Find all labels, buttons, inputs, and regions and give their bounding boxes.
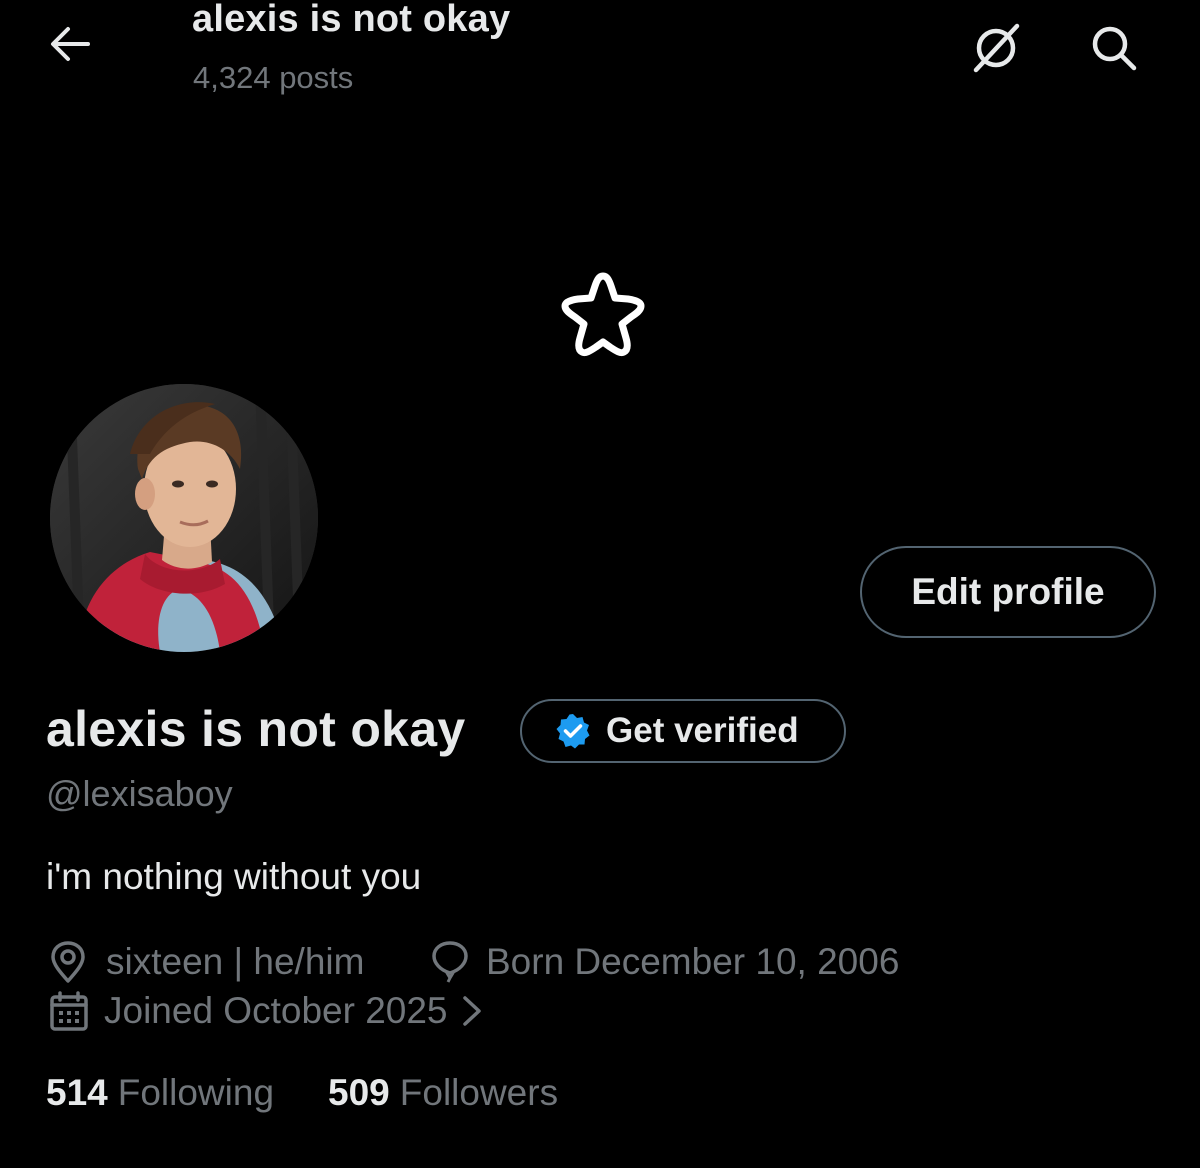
balloon-icon xyxy=(428,940,472,984)
header-title: alexis is not okay xyxy=(192,0,511,40)
back-button[interactable] xyxy=(44,20,96,68)
location-text: sixteen | he/him xyxy=(106,941,365,982)
location-pin-icon xyxy=(48,940,88,984)
arrow-left-icon xyxy=(51,27,90,61)
following-link[interactable]: 514 Following xyxy=(46,1072,274,1114)
followers-link[interactable]: 509 Followers xyxy=(328,1072,558,1114)
location: sixteen | he/him xyxy=(48,940,364,984)
bio: i'm nothing without you xyxy=(46,856,422,897)
get-verified-button[interactable]: Get verified xyxy=(520,699,846,763)
following-label: Following xyxy=(117,1072,275,1113)
post-count: 4,324 posts xyxy=(193,60,354,95)
star-outline-icon xyxy=(561,272,645,357)
following-count: 514 xyxy=(46,1072,108,1113)
avatar-photo xyxy=(50,384,318,652)
birthday: Born December 10, 2006 xyxy=(428,940,899,984)
avatar[interactable] xyxy=(50,384,318,652)
edit-profile-button[interactable]: Edit profile xyxy=(860,546,1156,638)
calendar-icon xyxy=(48,990,90,1032)
handle: @lexisaboy xyxy=(46,773,233,814)
follow-stats: 514 Following 509 Followers xyxy=(46,1072,558,1114)
birthday-text: Born December 10, 2006 xyxy=(486,941,900,982)
search-button[interactable] xyxy=(1082,18,1146,78)
display-name: alexis is not okay xyxy=(46,701,466,757)
get-verified-label: Get verified xyxy=(606,711,799,750)
grok-icon xyxy=(973,23,1020,73)
search-icon xyxy=(1092,26,1137,71)
followers-label: Followers xyxy=(399,1072,559,1113)
chevron-right-icon xyxy=(460,994,484,1028)
followers-count: 509 xyxy=(328,1072,390,1113)
joined-date[interactable]: Joined October 2025 xyxy=(48,990,484,1032)
joined-text: Joined October 2025 xyxy=(104,990,448,1031)
grok-button[interactable] xyxy=(964,18,1028,78)
verified-badge-icon xyxy=(556,714,590,749)
